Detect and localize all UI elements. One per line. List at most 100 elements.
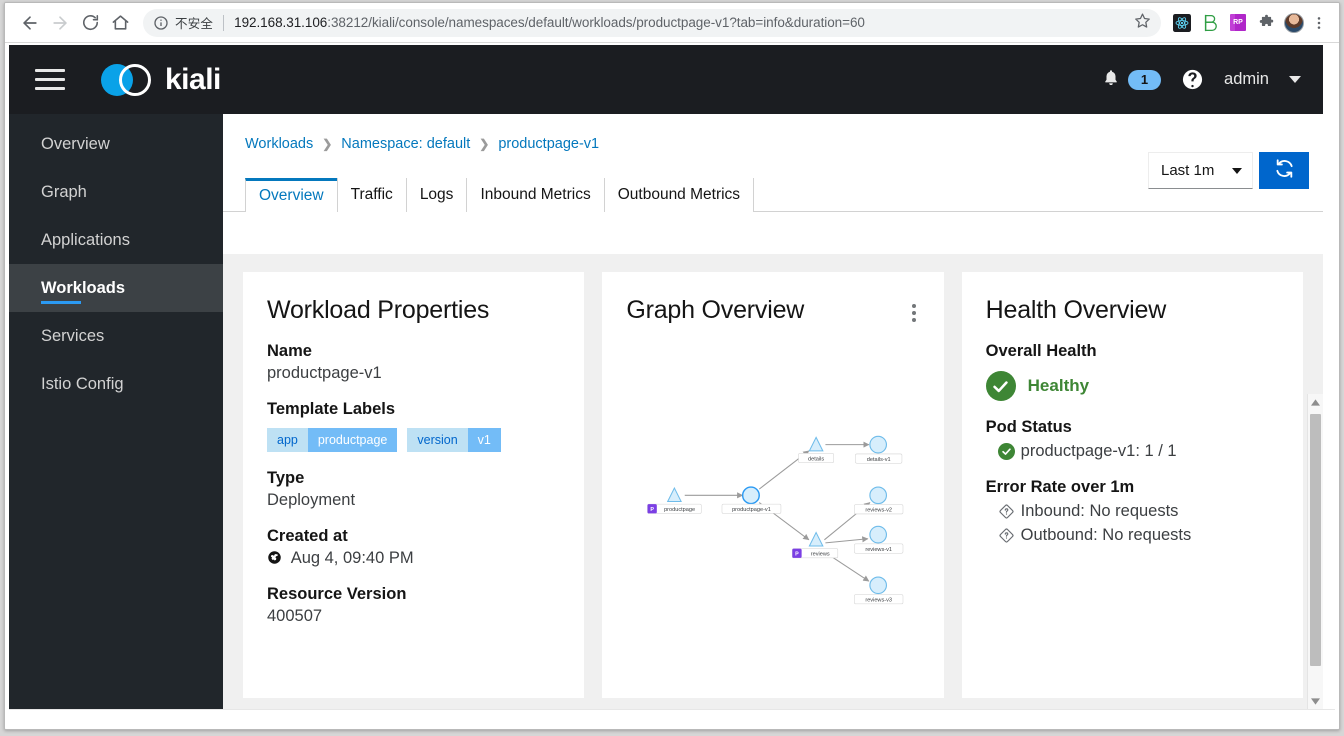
kiali-logo[interactable]: kiali [101,63,221,97]
tab-traffic[interactable]: Traffic [336,178,406,212]
reload-icon[interactable] [75,8,105,38]
diamond-question-icon [998,503,1015,520]
inbound-error-rate-row: Inbound: No requests [986,502,1279,521]
svg-text:reviews-v1: reviews-v1 [866,547,893,553]
sidebar-item-label: Graph [41,182,87,201]
sidebar-item-overview[interactable]: Overview [9,120,223,168]
profile-avatar[interactable] [1281,10,1307,36]
status-badge: Healthy [1027,376,1090,395]
label-key: version [407,428,468,452]
rp-extension-icon[interactable]: RP [1225,10,1251,36]
sidebar-item-label: Services [41,326,105,345]
check-circle-icon [997,443,1015,460]
created-at-value: Aug 4, 09:40 PM [290,549,414,567]
scroll-up-arrow-icon[interactable] [1308,394,1323,410]
url-host: 192.168.31.106 [234,15,328,30]
extensions-puzzle-icon[interactable] [1253,10,1279,36]
graph-node-reviews-v2[interactable]: reviews-v2 [854,486,904,515]
main-content: Workloads ❯ Namespace: default ❯ product… [223,114,1323,709]
mini-graph[interactable]: P productpage productpage-v1 details det… [602,334,943,698]
svg-text:details-v1: details-v1 [867,457,891,463]
hamburger-menu-icon[interactable] [35,68,65,91]
notification-count-badge: 1 [1127,69,1162,90]
omnibox-divider [223,14,225,31]
extension-b-icon[interactable] [1197,10,1223,36]
time-controls: Last 1m [1148,152,1309,189]
sidebar-item-istio-config[interactable]: Istio Config [9,360,223,408]
sidebar-nav: Overview Graph Applications Workloads Se… [9,114,223,709]
sidebar-item-workloads[interactable]: Workloads [9,264,223,312]
duration-select-value: Last 1m [1161,162,1215,179]
created-at-label: Created at [267,527,348,545]
svg-text:reviews: reviews [811,552,830,558]
graph-node-productpage[interactable]: P productpage [647,486,702,514]
label-tag[interactable]: version v1 [407,428,501,452]
masthead-actions: 1 admin [1102,68,1301,92]
breadcrumb: Workloads ❯ Namespace: default ❯ product… [223,114,1323,152]
tab-outbound-metrics[interactable]: Outbound Metrics [603,178,755,212]
url-path: :38212/kiali/console/namespaces/default/… [327,15,865,30]
content-scrollbar[interactable] [1307,394,1323,709]
scroll-down-arrow-icon[interactable] [1308,693,1323,709]
label-value: productpage [307,428,398,452]
sidebar-item-label: Workloads [41,278,126,297]
tab-inbound-metrics[interactable]: Inbound Metrics [466,178,604,212]
chevron-down-icon[interactable] [1289,76,1301,83]
workload-properties-card: Workload Properties Name productpage-v1 … [243,272,585,698]
home-icon[interactable] [105,8,135,38]
svg-text:details: details [808,456,824,462]
graph-node-reviews-v3[interactable]: reviews-v3 [854,576,904,605]
kiali-masthead: kiali 1 admin [9,45,1323,114]
refresh-button[interactable] [1259,152,1309,189]
tab-logs[interactable]: Logs [405,178,467,212]
overall-health-status: Healthy [985,371,1279,401]
type-label: Type [267,469,305,487]
graph-node-reviews[interactable]: P reviews [792,531,839,559]
duration-select[interactable]: Last 1m [1148,152,1253,189]
graph-overview-card: Graph Overview P productpage productpage… [602,272,944,698]
bell-icon [1102,68,1120,92]
notifications-button[interactable]: 1 [1102,68,1162,92]
label-value: v1 [467,428,501,452]
site-info-icon[interactable] [153,15,169,31]
graph-node-details[interactable]: details [798,436,835,463]
url-text: 192.168.31.106:38212/kiali/console/names… [234,15,1149,30]
help-circle-icon[interactable] [1181,68,1204,91]
resource-version-value: 400507 [267,607,323,625]
address-bar[interactable]: 不安全 192.168.31.106:38212/kiali/console/n… [143,8,1161,37]
overall-health-label: Overall Health [985,342,1097,360]
check-circle-icon [985,371,1016,401]
sidebar-item-label: Applications [41,230,130,249]
card-title: Workload Properties [267,296,490,324]
sidebar-item-applications[interactable]: Applications [9,216,223,264]
graph-node-details-v1[interactable]: details-v1 [855,435,903,464]
sidebar-item-services[interactable]: Services [9,312,223,360]
chevron-down-icon [1232,167,1242,174]
back-arrow-icon[interactable] [15,8,45,38]
browser-menu-icon[interactable] [1309,15,1329,31]
react-devtools-extension-icon[interactable] [1169,10,1195,36]
breadcrumb-separator-icon: ❯ [479,137,490,151]
pod-status-value: productpage-v1: 1 / 1 [1020,442,1177,460]
refresh-icon [1274,158,1295,184]
sidebar-item-label: Overview [41,134,110,153]
page-bottom-strip [9,709,1335,729]
user-name-label: admin [1224,70,1269,88]
cards-row: Workload Properties Name productpage-v1 … [243,272,1303,698]
forward-arrow-icon[interactable] [45,8,75,38]
scrollbar-thumb[interactable] [1310,414,1321,666]
label-tag[interactable]: app productpage [267,428,398,452]
breadcrumb-current[interactable]: productpage-v1 [498,136,599,152]
breadcrumb-namespace[interactable]: Namespace: default [341,136,470,152]
svg-text:P: P [796,552,800,558]
extension-icons: RP [1169,10,1329,36]
kebab-menu-icon[interactable] [908,296,920,330]
kiali-logo-mark [101,63,157,97]
sidebar-item-graph[interactable]: Graph [9,168,223,216]
breadcrumb-separator-icon: ❯ [322,137,333,151]
star-icon[interactable] [1134,12,1151,34]
tab-overview[interactable]: Overview [245,178,337,212]
breadcrumb-workloads[interactable]: Workloads [245,136,313,152]
graph-node-productpage-v1[interactable]: productpage-v1 [722,486,782,514]
name-value: productpage-v1 [267,364,382,382]
